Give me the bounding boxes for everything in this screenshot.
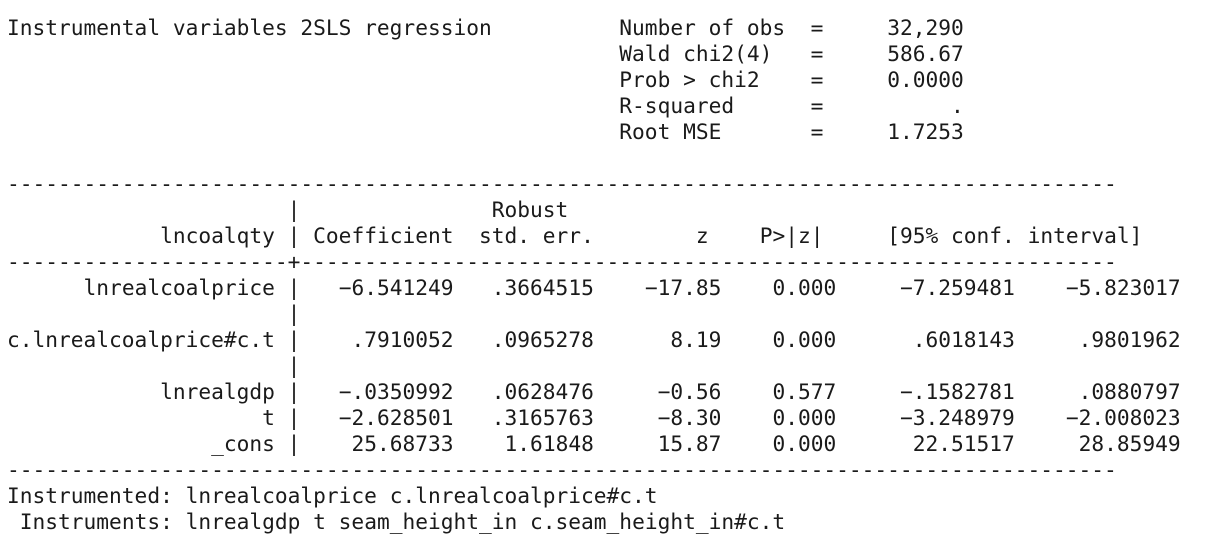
stat-label: Prob > chi2 bbox=[619, 67, 760, 92]
instrumented-vars: lnrealcoalprice c.lnrealcoalprice#c.t bbox=[185, 483, 658, 508]
ci-upper-value: .9801962 bbox=[1078, 327, 1181, 352]
column-header-line: | Robust bbox=[7, 197, 569, 222]
ci-upper-value: −5.823017 bbox=[1065, 275, 1181, 300]
stat-value: 1.7253 bbox=[887, 119, 964, 144]
p-value: 0.000 bbox=[772, 275, 837, 300]
stat-label: Number of obs bbox=[619, 15, 786, 40]
stat-value: 586.67 bbox=[887, 41, 964, 66]
ci-upper-value: 28.85949 bbox=[1078, 431, 1181, 456]
p-value: 0.000 bbox=[772, 327, 837, 352]
table-spacer: | bbox=[7, 353, 301, 378]
z-value: −17.85 bbox=[644, 275, 722, 300]
stats-line: Wald chi2(4) = 586.67 bbox=[7, 41, 1181, 67]
table-row: t | −2.628501 .3165763 −8.30 0.000 −3.24… bbox=[262, 405, 1181, 430]
stats-line: Root MSE = 1.7253 bbox=[7, 119, 1181, 145]
stata-output: Instrumental variables 2SLS regression N… bbox=[7, 15, 1181, 535]
footer-line: Instrumented: lnrealcoalprice c.lnrealco… bbox=[7, 483, 1181, 509]
p-value: 0.000 bbox=[772, 405, 837, 430]
coefficient-value: −6.541249 bbox=[338, 275, 454, 300]
stat-value: 32,290 bbox=[887, 15, 964, 40]
stat-equals: = bbox=[810, 93, 824, 118]
variable-name: c.lnrealcoalprice#c.t bbox=[7, 327, 275, 352]
stat-label: Wald chi2(4) bbox=[619, 41, 773, 66]
stat-equals: = bbox=[810, 41, 824, 66]
stat-value: 0.0000 bbox=[887, 67, 964, 92]
col-coefficient: Coefficient bbox=[313, 223, 454, 248]
stat-label: Root MSE bbox=[619, 119, 722, 144]
table-row: lnrealcoalprice | −6.541249 .3664515 −17… bbox=[83, 275, 1181, 300]
col-std-err: std. err. bbox=[479, 223, 594, 248]
ci-lower-value: 22.51517 bbox=[912, 431, 1015, 456]
coefficient-value: −2.628501 bbox=[338, 405, 454, 430]
regression-output: Instrumental variables 2SLS regression N… bbox=[7, 15, 1181, 535]
stats-line: Instrumental variables 2SLS regression N… bbox=[7, 15, 1181, 41]
stat-label: R-squared bbox=[619, 93, 735, 118]
table-row: lnrealgdp | −.0350992 .0628476 −0.56 0.5… bbox=[160, 379, 1181, 404]
z-value: −0.56 bbox=[657, 379, 722, 404]
coefficient-value: 25.68733 bbox=[351, 431, 454, 456]
stat-equals: = bbox=[810, 15, 824, 40]
instrumented-label: Instrumented: bbox=[7, 483, 173, 508]
std-err-value: .0628476 bbox=[491, 379, 594, 404]
col-p: P>|z| bbox=[759, 223, 824, 248]
ci-lower-value: −.1582781 bbox=[900, 379, 1015, 404]
std-err-value: .0965278 bbox=[491, 327, 594, 352]
separator-line: ----------------------------------------… bbox=[7, 171, 1117, 196]
stats-line: R-squared = . bbox=[7, 93, 1181, 119]
ci-lower-value: −3.248979 bbox=[900, 405, 1015, 430]
separator-line: ----------------------------------------… bbox=[7, 457, 1117, 482]
variable-name: t bbox=[262, 405, 275, 430]
std-err-value: .3664515 bbox=[491, 275, 594, 300]
table-spacer: | bbox=[7, 301, 301, 326]
stat-value: . bbox=[950, 93, 964, 118]
col-conf-interval: [95% conf. interval] bbox=[887, 223, 1143, 248]
variable-name: lnrealcoalprice bbox=[83, 275, 275, 300]
z-value: 15.87 bbox=[657, 431, 722, 456]
ci-lower-value: .6018143 bbox=[912, 327, 1015, 352]
separator-line: ----------------------+-----------------… bbox=[7, 249, 1117, 274]
p-value: 0.000 bbox=[772, 431, 837, 456]
ci-upper-value: −2.008023 bbox=[1065, 405, 1181, 430]
z-value: −8.30 bbox=[657, 405, 722, 430]
dependent-variable: lncoalqty bbox=[160, 223, 275, 248]
std-err-value: 1.61848 bbox=[504, 431, 594, 456]
ci-lower-value: −7.259481 bbox=[900, 275, 1015, 300]
std-err-value: .3165763 bbox=[491, 405, 594, 430]
z-value: 8.19 bbox=[670, 327, 722, 352]
col-z: z bbox=[695, 223, 709, 248]
variable-name: lnrealgdp bbox=[160, 379, 275, 404]
coefficient-value: −.0350992 bbox=[338, 379, 454, 404]
column-header-line: lncoalqty | Coefficient std. err. z P>|z… bbox=[160, 223, 1143, 248]
footer-line: Instruments: lnrealgdp t seam_height_in … bbox=[7, 509, 1181, 535]
instruments-label: Instruments: bbox=[19, 509, 173, 534]
ci-upper-value: .0880797 bbox=[1078, 379, 1181, 404]
table-row: _cons | 25.68733 1.61848 15.87 0.000 22.… bbox=[211, 431, 1181, 456]
coefficient-value: .7910052 bbox=[351, 327, 454, 352]
table-row: c.lnrealcoalprice#c.t | .7910052 .096527… bbox=[7, 327, 1181, 352]
instruments-vars: lnrealgdp t seam_height_in c.seam_height… bbox=[185, 509, 786, 534]
variable-name: _cons bbox=[211, 431, 275, 456]
stats-line: Prob > chi2 = 0.0000 bbox=[7, 67, 1181, 93]
stat-equals: = bbox=[810, 67, 824, 92]
p-value: 0.577 bbox=[772, 379, 837, 404]
robust-header: Robust bbox=[491, 197, 569, 222]
regression-title: Instrumental variables 2SLS regression bbox=[7, 15, 492, 40]
stat-equals: = bbox=[810, 119, 824, 144]
